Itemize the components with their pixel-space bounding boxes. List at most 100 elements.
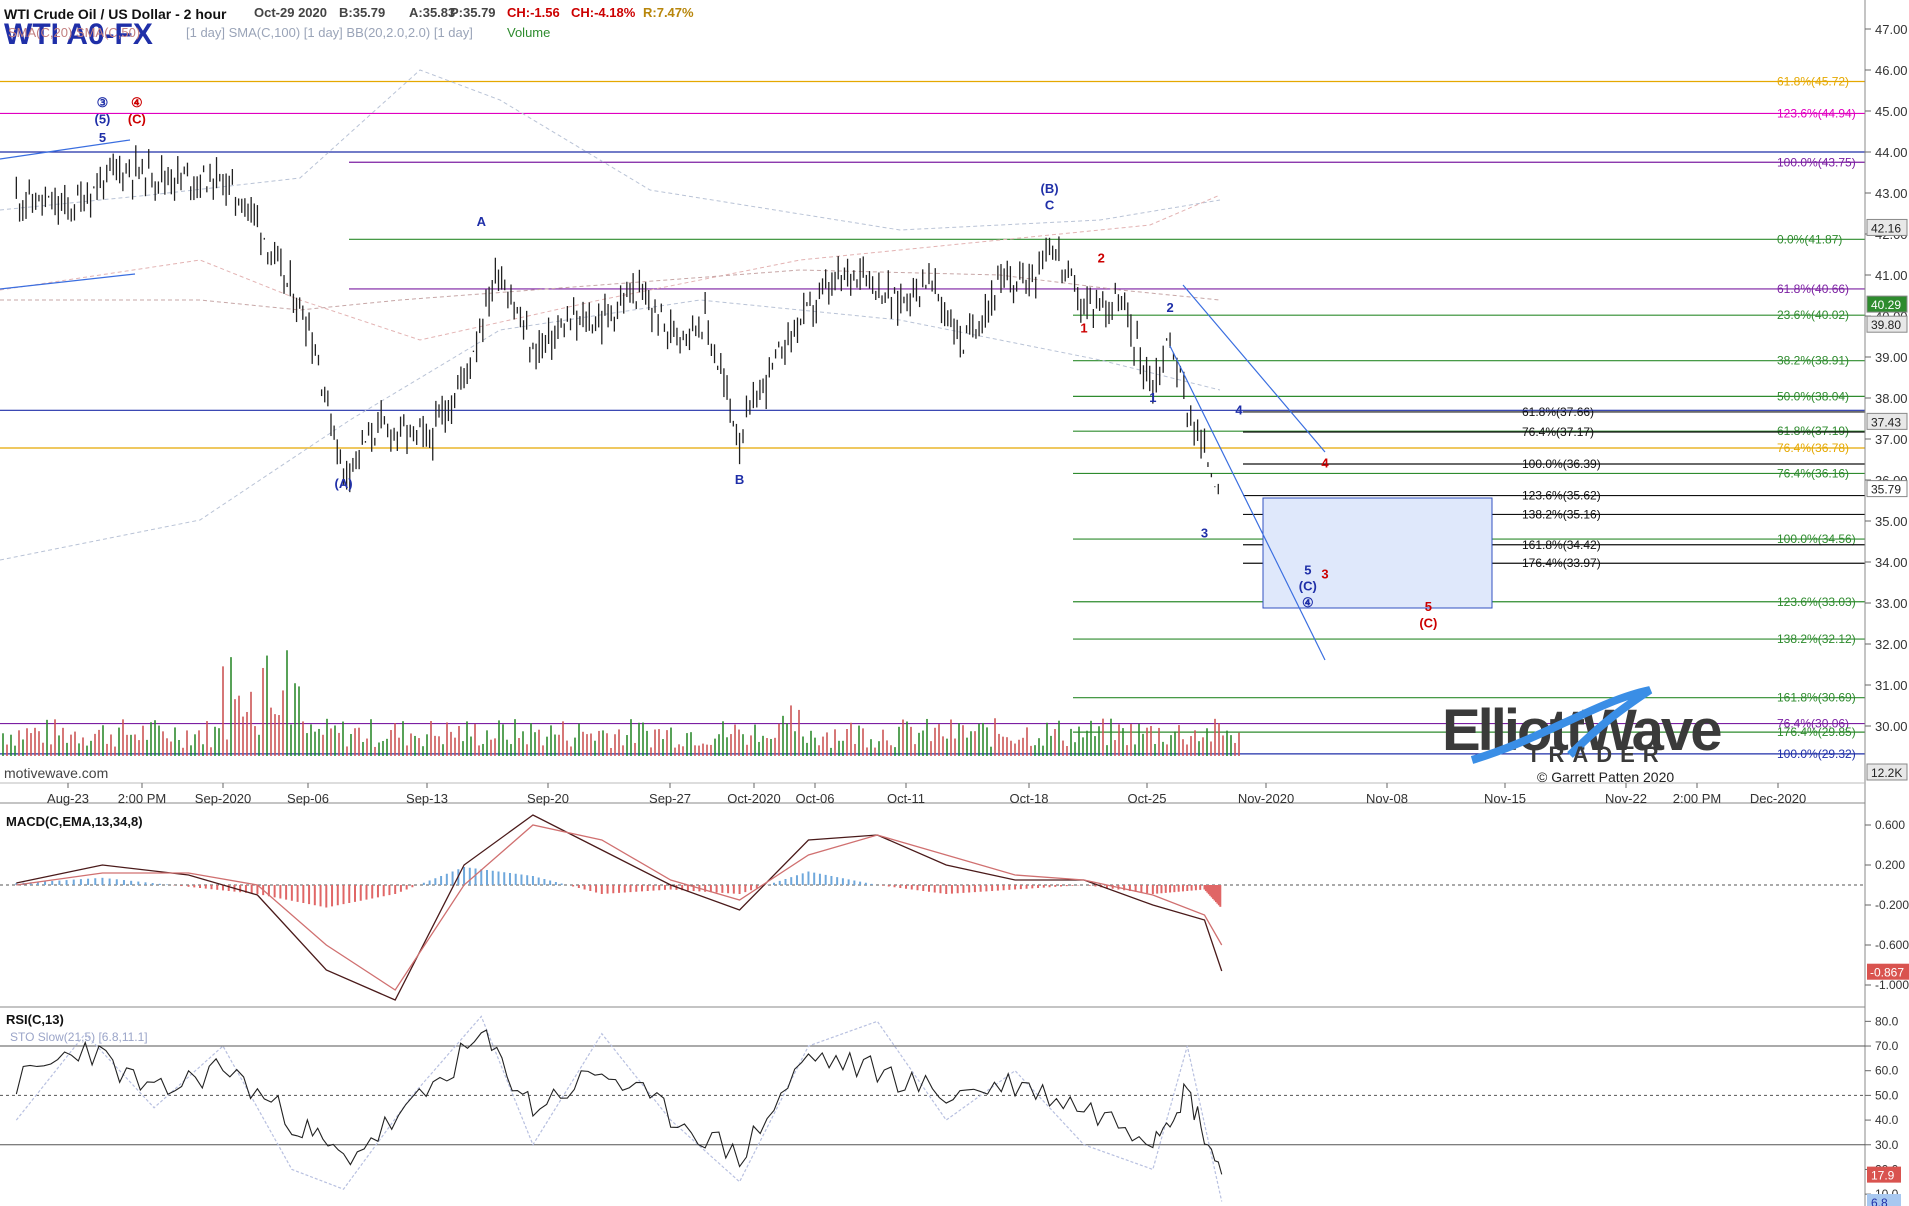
- macd-value: -0.867: [1870, 966, 1904, 980]
- macd-title: MACD(C,EMA,13,34,8): [6, 814, 143, 829]
- volume-bar: [918, 732, 920, 756]
- volume-bar: [986, 727, 988, 756]
- volume-bar: [910, 726, 912, 756]
- fib-label: 100.0%(29.32): [1777, 747, 1856, 761]
- volume-bar: [110, 734, 112, 756]
- volume-bar: [362, 741, 364, 756]
- volume-bar: [810, 730, 812, 756]
- volume-bar: [1226, 730, 1228, 756]
- fib-label: 176.4%(33.97): [1522, 556, 1601, 570]
- volume-bar: [806, 742, 808, 756]
- volume-bar: [82, 737, 84, 756]
- volume-bar: [786, 723, 788, 756]
- volume-bar: [662, 739, 664, 756]
- price-tick-label: 38.00: [1875, 391, 1908, 406]
- volume-bar: [826, 732, 828, 756]
- time-tick-label: Sep-13: [406, 791, 448, 806]
- volume-bar: [306, 733, 308, 756]
- wave-label: ④: [131, 95, 143, 110]
- volume-bar: [682, 746, 684, 756]
- volume-bar: [234, 699, 236, 756]
- volume-bar: [574, 737, 576, 756]
- volume-bar: [650, 747, 652, 756]
- volume-bar: [142, 725, 144, 756]
- price-tag: 37.43: [1871, 415, 1901, 429]
- volume-bar: [958, 723, 960, 756]
- volume-bar: [494, 738, 496, 756]
- volume-bar: [862, 728, 864, 756]
- volume-bar: [222, 666, 224, 756]
- wave-label: 1: [1080, 320, 1087, 335]
- volume-bar: [254, 726, 256, 756]
- volume-bar: [1154, 743, 1156, 756]
- volume-bar: [394, 723, 396, 756]
- wave-label: (C): [1299, 579, 1317, 594]
- volume-bar: [742, 734, 744, 756]
- volume-bar: [1046, 722, 1048, 756]
- volume-bar: [1054, 729, 1056, 756]
- watermark: motivewave.com: [4, 765, 108, 781]
- volume-bar: [414, 735, 416, 756]
- volume-bar: [1066, 746, 1068, 756]
- fib-label: 161.8%(34.42): [1522, 538, 1601, 552]
- volume-bar: [274, 714, 276, 756]
- volume-bar: [922, 730, 924, 756]
- volume-bar: [42, 742, 44, 756]
- wave-label: B: [735, 472, 744, 487]
- volume-bar: [1074, 742, 1076, 756]
- volume-bar: [554, 734, 556, 756]
- volume-bar: [150, 722, 152, 756]
- rsi-tick-label: 80.0: [1875, 1014, 1899, 1028]
- volume-bar: [538, 729, 540, 756]
- volume-bar: [1022, 737, 1024, 756]
- volume-bar: [626, 735, 628, 756]
- rsi-tick-label: 70.0: [1875, 1039, 1899, 1053]
- fib-label: 138.2%(35.16): [1522, 507, 1601, 521]
- volume-bar: [154, 720, 156, 756]
- volume-bar: [70, 734, 72, 756]
- time-tick-label: Sep-2020: [195, 791, 251, 806]
- volume-bar: [874, 747, 876, 756]
- wave-label: A: [477, 214, 487, 229]
- volume-bar: [822, 736, 824, 756]
- volume-bar: [290, 724, 292, 756]
- volume-bar: [1058, 720, 1060, 756]
- volume-bar: [1034, 745, 1036, 756]
- fib-label: 76.4%(36.16): [1777, 466, 1849, 480]
- volume-bar: [642, 722, 644, 756]
- volume-bar: [634, 742, 636, 756]
- change-value: CH:-1.56: [507, 5, 560, 20]
- fib-label: 138.2%(32.12): [1777, 632, 1856, 646]
- volume-bar: [1062, 740, 1064, 756]
- fib-label: 61.8%(40.66): [1777, 282, 1849, 296]
- chart-title: WTI Crude Oil / US Dollar - 2 hour: [4, 6, 227, 22]
- volume-bar: [1134, 744, 1136, 756]
- volume-bar: [1234, 742, 1236, 756]
- volume-bar: [374, 746, 376, 756]
- time-tick-label: Nov-22: [1605, 791, 1647, 806]
- volume-bar: [98, 729, 100, 756]
- volume-bar: [1186, 744, 1188, 756]
- volume-bar: [710, 744, 712, 756]
- price-tick-label: 34.00: [1875, 555, 1908, 570]
- volume-bar: [1214, 718, 1216, 756]
- volume-bar: [526, 744, 528, 756]
- volume-bar: [134, 734, 136, 756]
- volume-bar: [1030, 745, 1032, 756]
- volume-bar: [1178, 725, 1180, 756]
- volume-bar: [298, 686, 300, 756]
- volume-bar: [938, 724, 940, 756]
- volume-bar: [1170, 735, 1172, 756]
- volume-bar: [482, 743, 484, 756]
- volume-bar: [166, 738, 168, 756]
- volume-bar: [1230, 735, 1232, 756]
- volume-bar: [266, 655, 268, 756]
- volume-bar: [702, 743, 704, 756]
- volume-bar: [690, 732, 692, 756]
- volume-bar: [230, 657, 232, 756]
- price-tag: 12.2K: [1871, 766, 1902, 780]
- volume-bar: [654, 729, 656, 756]
- volume-bar: [1078, 726, 1080, 756]
- volume-bar: [122, 719, 124, 756]
- volume-bar: [1210, 741, 1212, 756]
